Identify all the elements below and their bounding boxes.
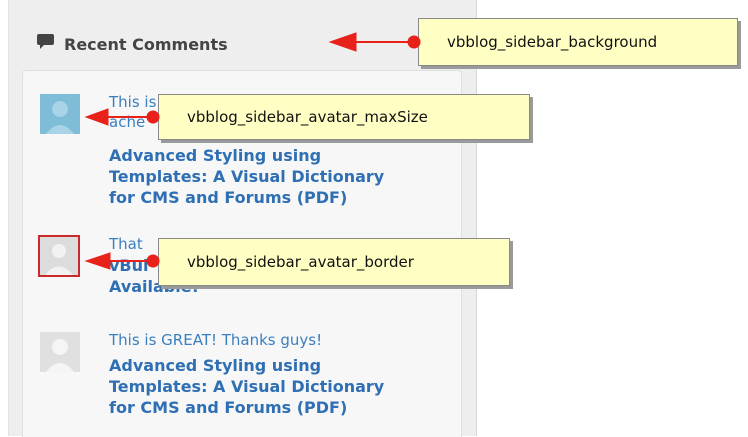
arrow-background <box>328 32 421 52</box>
arrow-avatar-border <box>84 252 160 270</box>
annotation-arrows <box>84 32 421 270</box>
arrow-avatar-max-size <box>84 108 160 126</box>
